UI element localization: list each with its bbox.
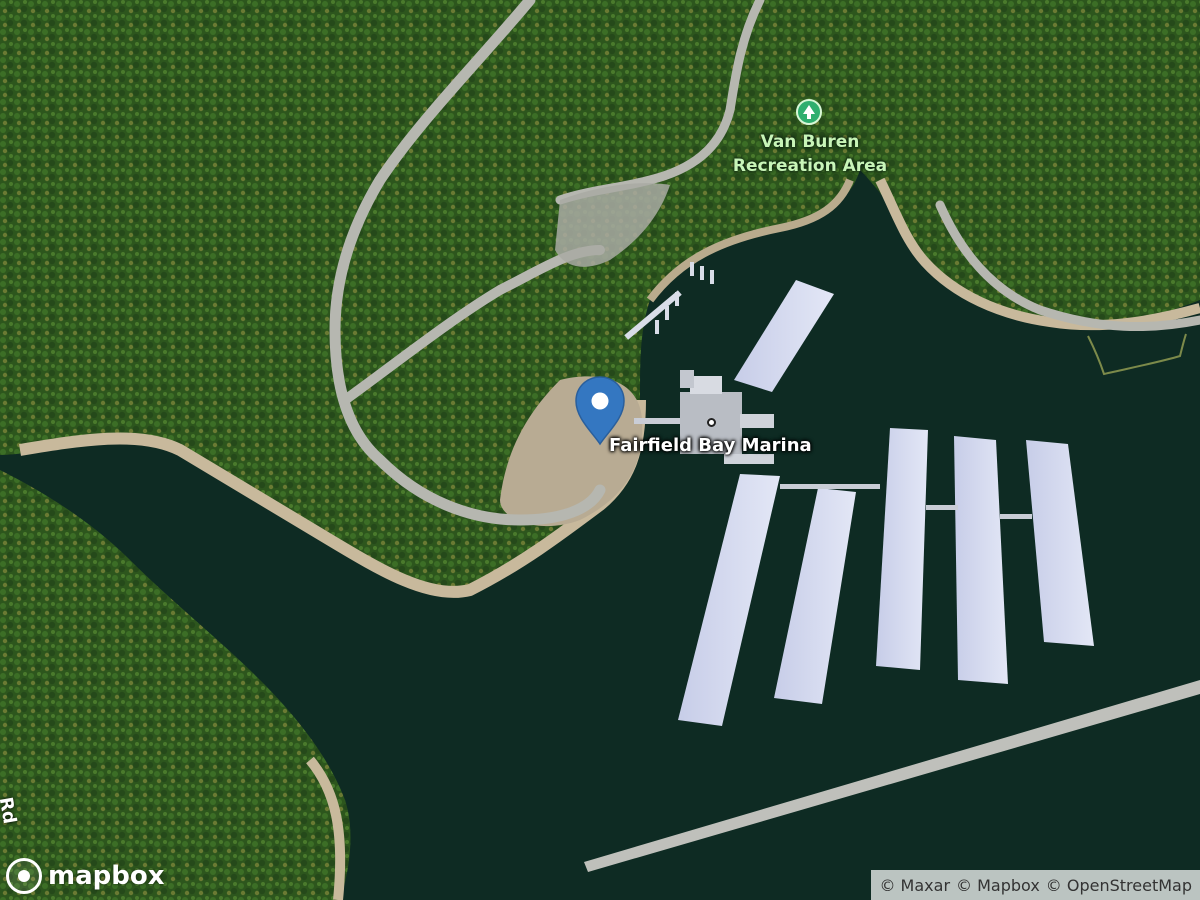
attribution-mapbox-link[interactable]: © Mapbox [956, 876, 1040, 895]
recreation-area-line1: Van Buren [760, 132, 860, 152]
attribution-maxar-link[interactable]: © Maxar [879, 876, 950, 895]
mapbox-logo-icon [6, 858, 42, 894]
recreation-area-label[interactable]: Van Buren Recreation Area [712, 130, 908, 178]
recreation-area-line2: Recreation Area [732, 156, 888, 176]
marina-point-icon[interactable] [707, 418, 716, 427]
tree-icon[interactable] [796, 99, 822, 125]
attribution-osm-link[interactable]: © OpenStreetMap [1046, 876, 1192, 895]
satellite-imagery [0, 0, 1200, 900]
mapbox-logo-text: mapbox [48, 861, 165, 891]
location-pin-icon[interactable] [572, 374, 628, 446]
map-canvas[interactable]: Van Buren Recreation Area Fairfield Bay … [0, 0, 1200, 900]
attribution-bar: © Maxar © Mapbox © OpenStreetMap [871, 870, 1200, 900]
marina-label[interactable]: Fairfield Bay Marina [609, 435, 812, 456]
mapbox-logo[interactable]: mapbox [6, 856, 165, 896]
